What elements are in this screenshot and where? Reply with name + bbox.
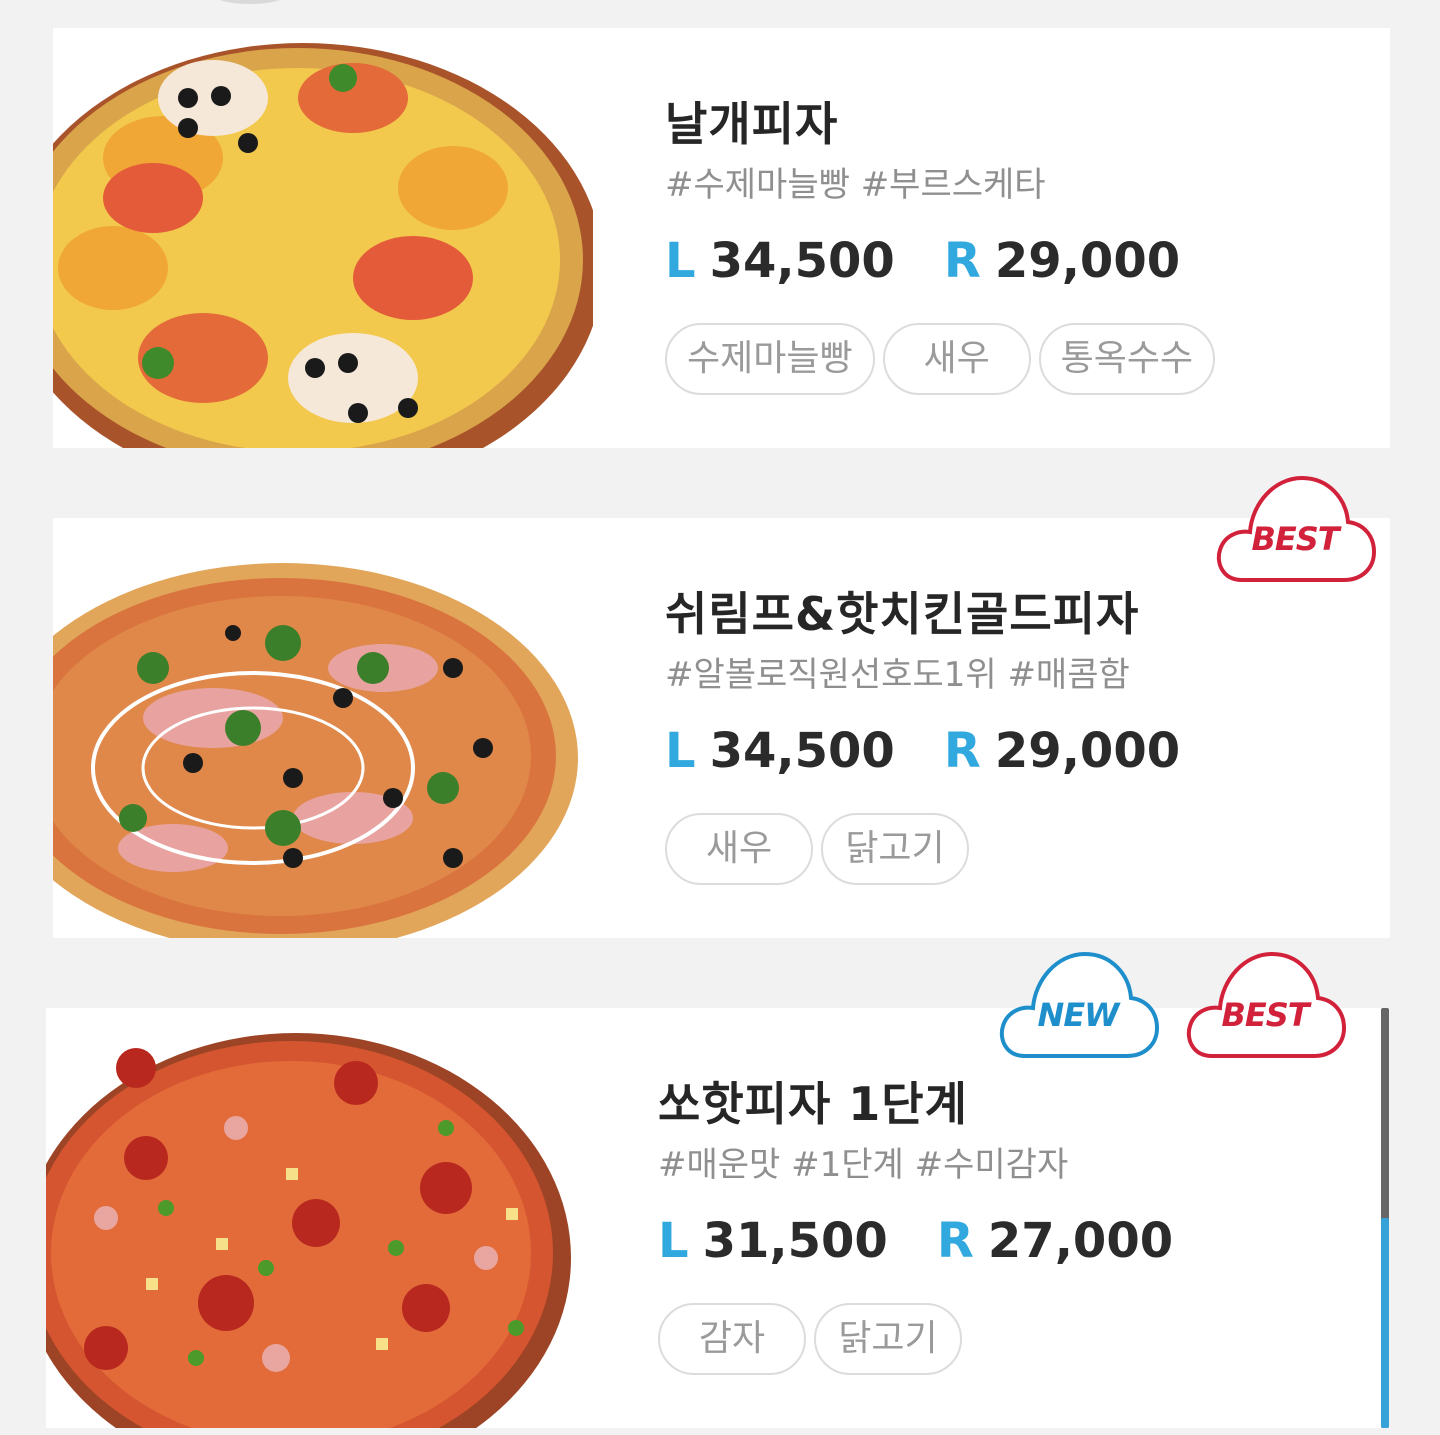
price-regular: R 27,000: [937, 1212, 1173, 1281]
menu-card[interactable]: 쉬림프&핫치킨골드피자 #알볼로직원선호도1위 #매콤함 L 34,500 R 29…: [53, 518, 1390, 938]
badge-label: NEW: [1037, 996, 1120, 1034]
menu-hashtags: #매운맛 #1단계 #수미감자: [658, 1145, 1069, 1185]
price-row: L 34,500 R 29,000: [665, 722, 1224, 791]
price-row: L 31,500 R 27,000: [658, 1212, 1217, 1281]
menu-title: 쏘핫피자 1단계: [658, 1077, 968, 1131]
size-label: L: [665, 723, 696, 779]
price-amount: 29,000: [994, 723, 1181, 779]
price-large: L 31,500: [658, 1212, 888, 1281]
best-badge: BEST: [1212, 470, 1378, 586]
price-row: L 34,500 R 29,000: [665, 232, 1224, 301]
ingredient-chips: 감자 닭고기: [658, 1303, 1217, 1375]
badge-label: BEST: [1251, 520, 1339, 558]
menu-hashtags: #알볼로직원선호도1위 #매콤함: [665, 655, 1130, 695]
price-amount: 31,500: [702, 1213, 888, 1269]
ingredient-chip[interactable]: 통옥수수: [1038, 323, 1216, 395]
size-label: L: [658, 1213, 689, 1269]
ingredient-chip[interactable]: 수제마늘빵: [665, 323, 875, 395]
menu-hashtags: #수제마늘빵 #부르스케타: [665, 165, 1046, 205]
ingredient-chip[interactable]: 감자: [658, 1303, 806, 1375]
price-regular: R 29,000: [944, 232, 1180, 301]
price-amount: 34,500: [709, 233, 895, 289]
size-label: R: [943, 723, 981, 779]
top-edge-element: [214, 0, 286, 4]
best-badge: BEST: [1182, 946, 1348, 1062]
price-regular: R 29,000: [944, 722, 1180, 791]
size-label: R: [943, 233, 981, 289]
scrollbar-thumb[interactable]: [1381, 1218, 1389, 1428]
ingredient-chip[interactable]: 새우: [665, 813, 813, 885]
ingredient-chips: 수제마늘빵 새우 통옥수수: [665, 323, 1224, 395]
menu-title: 쉬림프&핫치킨골드피자: [665, 587, 1140, 641]
menu-card[interactable]: 쏘핫피자 1단계 #매운맛 #1단계 #수미감자 L 31,500 R 27,000…: [46, 1008, 1383, 1428]
menu-info: 날개피자 #수제마늘빵 #부르스케타 L 34,500 R 29,000 수제마늘빵…: [665, 96, 1224, 395]
ingredient-chip[interactable]: 닭고기: [814, 1303, 962, 1375]
pizza-image: [53, 43, 593, 448]
ingredient-chips: 새우 닭고기: [665, 813, 1224, 885]
badge-label: BEST: [1221, 996, 1309, 1034]
menu-card[interactable]: 날개피자 #수제마늘빵 #부르스케타 L 34,500 R 29,000 수제마늘빵…: [53, 28, 1390, 448]
menu-title: 날개피자: [665, 97, 839, 151]
price-large: L 34,500: [665, 722, 895, 791]
size-label: R: [936, 1213, 974, 1269]
new-badge: NEW: [995, 946, 1161, 1062]
price-amount: 27,000: [987, 1213, 1174, 1269]
price-amount: 29,000: [994, 233, 1181, 289]
menu-info: 쉬림프&핫치킨골드피자 #알볼로직원선호도1위 #매콤함 L 34,500 R 29…: [665, 586, 1224, 885]
ingredient-chip[interactable]: 새우: [882, 323, 1031, 395]
size-label: L: [665, 233, 696, 289]
ingredient-chip[interactable]: 닭고기: [821, 813, 969, 885]
pizza-image: [46, 1033, 571, 1428]
price-large: L 34,500: [665, 232, 895, 301]
pizza-image: [53, 563, 578, 938]
menu-info: 쏘핫피자 1단계 #매운맛 #1단계 #수미감자 L 31,500 R 27,000…: [658, 1076, 1217, 1375]
price-amount: 34,500: [709, 723, 895, 779]
